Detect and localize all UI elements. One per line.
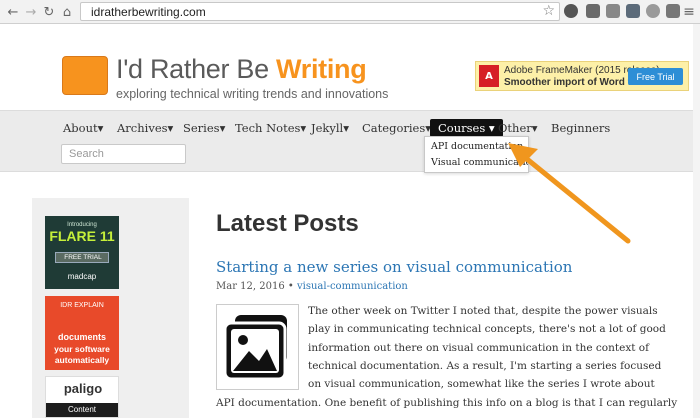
latest-posts-heading: Latest Posts	[216, 210, 359, 237]
idr-explain-ad[interactable]: IDR EXPLAIN documents your software auto…	[45, 296, 119, 370]
flare-trial-label: FREE TRIAL	[64, 254, 102, 261]
paligo-footer: Content	[67, 405, 97, 414]
nav-tech-notes-label: Tech Notes	[235, 121, 301, 135]
madcap-logo: madcap	[67, 272, 97, 281]
nav-other-label: Other	[498, 121, 532, 135]
nav-series[interactable]: Series▾	[183, 121, 225, 135]
post-line: on visual communication, somewhat like t…	[308, 378, 655, 391]
post-excerpt: The other week on Twitter I noted that, …	[308, 302, 688, 393]
nav-beginners-label: Beginners	[551, 121, 611, 135]
extension-icon-2[interactable]	[666, 4, 680, 18]
post-category-link[interactable]: visual-communication	[297, 281, 408, 292]
paligo-brand: paligo	[63, 381, 103, 396]
nav-jekyll-label: Jekyll	[311, 121, 344, 135]
post-line: technical documentation. As a result, I'…	[308, 359, 662, 372]
nav-about-label: About	[63, 121, 98, 135]
post-line: The other week on Twitter I noted that, …	[308, 305, 658, 317]
extension-icon[interactable]	[606, 4, 620, 18]
nav-courses[interactable]: Courses ▾	[430, 119, 503, 137]
nav-other[interactable]: Other▾	[498, 121, 538, 135]
site-header: I'd Rather Be Writing exploring technica…	[0, 24, 700, 110]
skype-icon[interactable]	[646, 4, 660, 18]
home-icon[interactable]: ⌂	[58, 3, 76, 21]
forward-arrow-icon[interactable]: →	[22, 3, 40, 21]
nav-tech-notes[interactable]: Tech Notes▾	[235, 121, 306, 135]
site-title[interactable]: I'd Rather Be Writing	[116, 54, 367, 85]
idr-brand: IDR EXPLAIN	[60, 302, 104, 309]
meta-separator: •	[287, 281, 294, 292]
reload-icon[interactable]: ↻	[40, 3, 58, 21]
settings-gear-icon[interactable]	[564, 4, 578, 18]
paligo-footer-band: Content	[46, 403, 118, 417]
nav-about[interactable]: About▾	[63, 121, 103, 135]
nav-categories-label: Categories	[362, 121, 426, 135]
search-input[interactable]: Search	[61, 144, 186, 164]
back-arrow-icon[interactable]: ←	[4, 3, 22, 21]
post-title-link[interactable]: Starting a new series on visual communic…	[216, 258, 572, 276]
nav-jekyll[interactable]: Jekyll▾	[311, 121, 349, 135]
address-bar[interactable]: idratherbewriting.com ☆	[80, 2, 560, 21]
annotation-arrow-icon	[508, 143, 631, 244]
pocket-icon[interactable]	[626, 4, 640, 18]
post-date: Mar 12, 2016	[216, 281, 285, 292]
idr-line2: your software	[54, 344, 110, 354]
site-logo[interactable]	[62, 56, 108, 95]
ad-line2: Smoother import of Word files	[504, 77, 648, 88]
flare-ad[interactable]: Introducing FLARE 11 FREE TRIAL madcap	[45, 216, 119, 289]
idr-line3: automatically	[54, 355, 110, 365]
flare-brand-name: FLARE	[49, 228, 96, 244]
post-thumbnail-image-icon[interactable]	[216, 304, 299, 390]
page-scrollbar[interactable]	[693, 24, 700, 418]
post-line: information out there on visual communic…	[308, 341, 650, 354]
image-icon	[223, 315, 287, 381]
nav-archives[interactable]: Archives▾	[117, 121, 173, 135]
nav-beginners[interactable]: Beginners	[551, 121, 610, 135]
flare-trial-button[interactable]: FREE TRIAL	[55, 252, 109, 263]
nav-series-label: Series	[183, 121, 220, 135]
site-tagline: exploring technical writing trends and i…	[116, 87, 389, 101]
extension-puzzle-icon[interactable]	[586, 4, 600, 18]
nav-categories[interactable]: Categories▾	[362, 121, 431, 135]
paligo-ad[interactable]: paligo Content	[45, 376, 119, 418]
bookmark-star-icon[interactable]: ☆	[542, 3, 555, 19]
post-excerpt-continued: API documentation. One benefit of publis…	[216, 397, 678, 409]
header-ad-banner[interactable]: A Adobe FrameMaker (2015 release) Smooth…	[475, 61, 689, 91]
idr-line1: documents	[57, 332, 106, 342]
site-title-accent: Writing	[276, 54, 367, 84]
free-trial-button[interactable]: Free Trial	[628, 68, 683, 85]
url-text: idratherbewriting.com	[91, 5, 206, 19]
flare-brand: FLARE 11	[45, 228, 119, 244]
post-meta: Mar 12, 2016 • visual-communication	[216, 281, 408, 292]
flare-version: 11	[99, 228, 115, 244]
nav-archives-label: Archives	[117, 121, 168, 135]
site-title-main: I'd Rather Be	[116, 54, 277, 84]
post-line: play in communicating technical concepts…	[308, 323, 666, 336]
menu-icon[interactable]: ≡	[680, 3, 698, 21]
nav-courses-label: Courses	[438, 121, 486, 135]
browser-toolbar: ← → ↻ ⌂ idratherbewriting.com ☆ ≡	[0, 0, 700, 24]
adobe-logo: A	[479, 65, 499, 87]
